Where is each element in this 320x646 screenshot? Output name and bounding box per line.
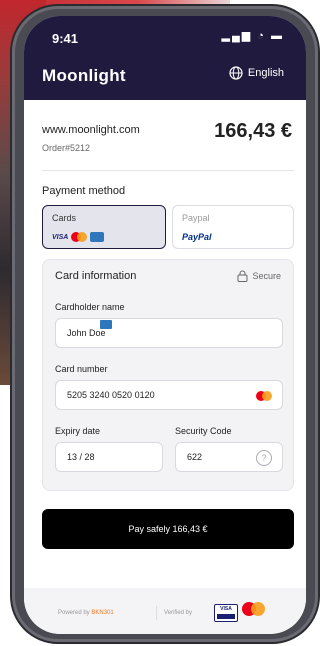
- expiry-label: Expiry date: [55, 426, 101, 436]
- security-code-input[interactable]: 622 ?: [175, 442, 283, 472]
- amex-icon: [90, 232, 105, 242]
- visa-secure-badge: VISA: [214, 604, 238, 622]
- language-selector[interactable]: English: [229, 66, 284, 80]
- checkout-screen: 9:41 ▂▄▆ ◔ ▬ Moonlight English www.moonl…: [24, 16, 306, 634]
- card-information-panel: Card information Secure Cardholder name …: [42, 259, 294, 491]
- secure-label: Secure: [252, 271, 281, 281]
- lock-icon: [237, 270, 248, 282]
- security-code-value: 622: [187, 452, 203, 462]
- security-code-label: Security Code: [175, 426, 232, 436]
- card-number-value: 5205 3240 0520 0120: [67, 390, 155, 400]
- pay-button[interactable]: Pay safely 166,43 €: [42, 509, 294, 549]
- divider: [42, 170, 294, 171]
- payment-option-paypal[interactable]: Paypal PayPal: [172, 205, 294, 249]
- card-logos: VISA: [52, 232, 105, 242]
- help-icon[interactable]: ?: [256, 450, 272, 466]
- brand-title: Moonlight: [42, 66, 126, 85]
- verified-by: Verified by: [164, 610, 193, 616]
- footer: Powered by BKN301 Verified by VISA: [24, 588, 306, 634]
- mastercard-icon: [71, 232, 88, 242]
- powered-brand: BKN301: [91, 610, 114, 616]
- footer-divider: [156, 606, 157, 620]
- powered-prefix: Powered by: [58, 610, 90, 616]
- card-info-title: Card information: [55, 270, 137, 282]
- payment-option-cards[interactable]: Cards VISA: [42, 205, 166, 249]
- order-amount: 166,43 €: [214, 120, 292, 142]
- merchant-site: www.moonlight.com: [42, 124, 140, 136]
- payment-method-label: Payment method: [42, 185, 126, 197]
- mastercard-idcheck-icon: [242, 602, 268, 624]
- paypal-logo: PayPal: [182, 232, 212, 242]
- cardholder-value: John Doe: [67, 328, 106, 338]
- header: 9:41 ▂▄▆ ◔ ▬ Moonlight English: [24, 16, 306, 100]
- visa-logo: VISA: [52, 233, 69, 241]
- status-time: 9:41: [52, 31, 79, 46]
- secure-indicator: Secure: [237, 270, 281, 282]
- cardholder-input[interactable]: John Doe: [55, 318, 283, 348]
- order-number: Order#5212: [42, 143, 91, 153]
- status-icons: ▂▄▆ ◔ ▬: [221, 30, 284, 42]
- expiry-input[interactable]: 13 / 28: [55, 442, 163, 472]
- powered-by: Powered by BKN301: [58, 610, 114, 616]
- expiry-value: 13 / 28: [67, 452, 95, 462]
- language-label: English: [247, 67, 284, 79]
- payment-option-name: Paypal: [182, 213, 210, 223]
- card-number-label: Card number: [55, 364, 108, 374]
- visa-badge-text: VISA: [220, 606, 232, 612]
- globe-icon: [229, 66, 243, 80]
- card-number-input[interactable]: 5205 3240 0520 0120: [55, 380, 283, 410]
- mastercard-icon: [256, 391, 272, 401]
- payment-option-name: Cards: [52, 213, 77, 223]
- cardholder-label: Cardholder name: [55, 302, 125, 312]
- amex-icon: [100, 320, 112, 329]
